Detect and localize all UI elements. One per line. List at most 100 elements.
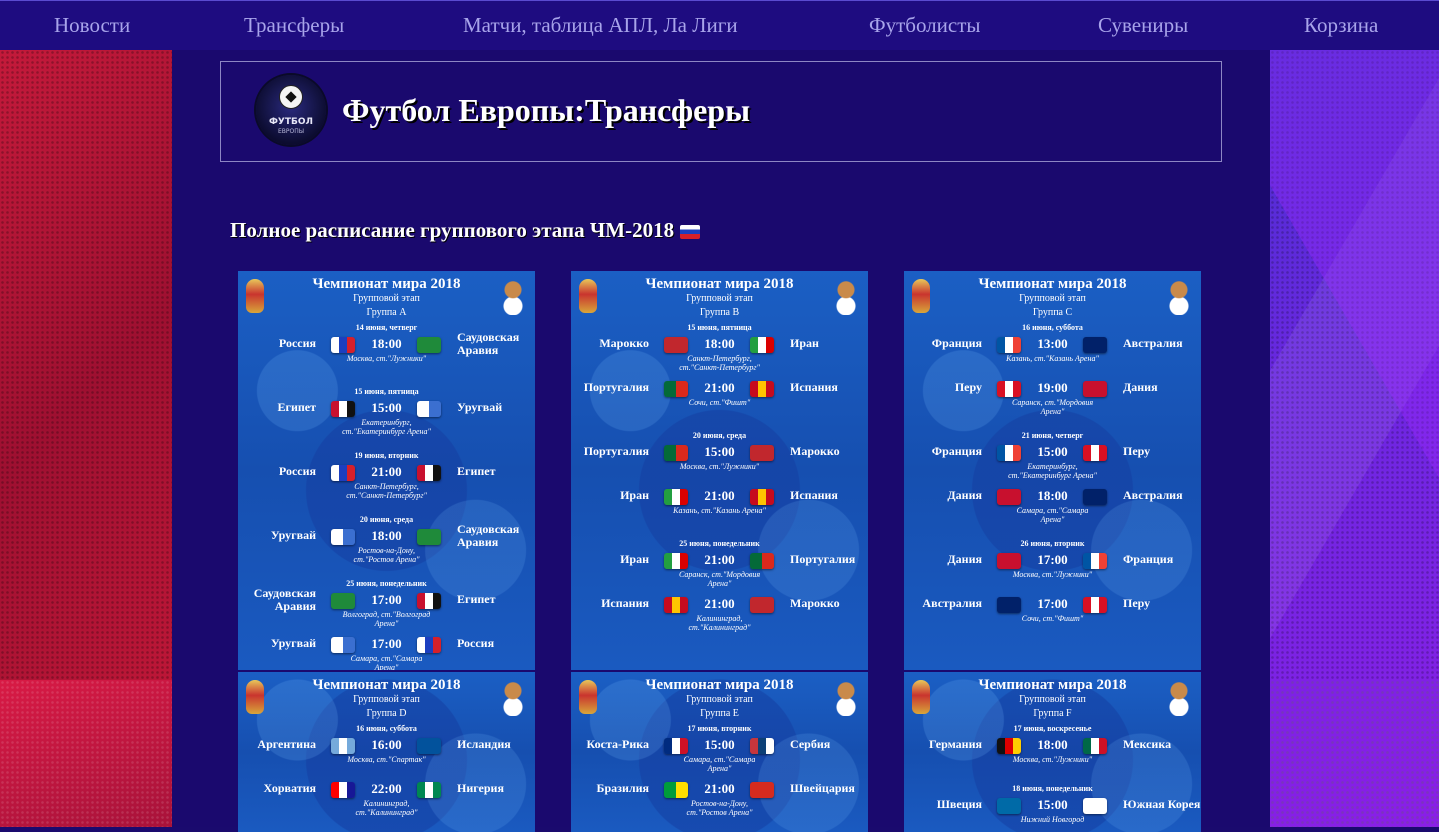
card-group: Группа C: [1032, 307, 1073, 318]
match-venue: Сочи, ст."Фишт": [1021, 614, 1084, 623]
group-card[interactable]: Чемпионат мира 2018 Групповой этап Группа …: [904, 672, 1201, 832]
card-title: Чемпионат мира 2018: [645, 677, 794, 693]
group-card[interactable]: Чемпионат мира 2018 Групповой этап Группа …: [238, 672, 535, 832]
match-venue: Ростов-на-Дону, ст."Ростов Арена": [686, 799, 753, 817]
away-flag-icon: [417, 738, 441, 754]
away-team: Исландия: [457, 737, 511, 751]
away-team: Южная Корея: [1123, 797, 1201, 811]
away-flag-icon: [750, 553, 774, 569]
match-venue: Екатеринбург, ст."Екатеринбург Арена": [1008, 462, 1097, 480]
card-stage: Групповой этап: [686, 694, 753, 705]
match-date: 16 июня, суббота: [1022, 323, 1083, 332]
match-venue: Санкт-Петербург, ст."Санкт-Петербург": [679, 354, 760, 372]
away-team: Австралия: [1123, 488, 1183, 502]
site-title: Футбол Европы:Трансферы: [342, 92, 751, 128]
match-venue: Самара, ст."Самара Арена": [683, 755, 756, 773]
away-team: Египет: [457, 592, 496, 606]
away-team: Франция: [1123, 552, 1174, 566]
match-venue: Сочи, ст."Фишт": [688, 398, 751, 407]
away-team: Марокко: [790, 596, 840, 610]
away-flag-icon: [1083, 445, 1107, 461]
match-venue: Москва, ст."Лужники": [679, 462, 760, 471]
away-flag-icon: [750, 445, 774, 461]
match-date: 18 июня, понедельник: [1012, 784, 1093, 793]
away-team: Дания: [1123, 380, 1158, 394]
away-team: Швейцария: [790, 781, 855, 795]
away-team: Египет: [457, 464, 496, 478]
match-date: 21 июня, четверг: [1021, 431, 1084, 440]
card-group: Группа B: [699, 307, 740, 318]
away-flag-icon: [750, 381, 774, 397]
match-date: 15 июня, пятница: [687, 323, 752, 332]
group-card[interactable]: Чемпионат мира 2018 Групповой этап Группа …: [238, 271, 535, 670]
away-flag-icon: [417, 637, 441, 653]
top-navigation: Новости Трансферы Матчи, таблица АПЛ, Ла…: [0, 0, 1439, 50]
nav-link-cart[interactable]: Корзина: [1304, 13, 1378, 38]
away-team: Нигерия: [457, 781, 504, 795]
nav-link-players[interactable]: Футболисты: [869, 13, 981, 38]
match-time: 18:00: [704, 336, 735, 351]
card-stage: Групповой этап: [686, 293, 753, 304]
card-title: Чемпионат мира 2018: [312, 677, 461, 693]
away-flag-icon: [750, 782, 774, 798]
away-team: Перу: [1123, 444, 1151, 458]
group-card[interactable]: Чемпионат мира 2018 Групповой этап Группа …: [571, 271, 868, 670]
away-team: Австралия: [1123, 336, 1183, 350]
card-group: Группа A: [366, 307, 407, 318]
right-background-lower: [1270, 680, 1439, 827]
nav-link-news[interactable]: Новости: [54, 13, 130, 38]
match-venue: Волгоград, ст."Волгоград Арена": [342, 610, 431, 628]
soccer-ball-icon: [279, 85, 303, 109]
group-card[interactable]: Чемпионат мира 2018 Групповой этап Группа …: [904, 271, 1201, 670]
match-venue: Саранск, ст."Мордовия Арена": [678, 570, 761, 588]
match-venue: Калининград, ст."Калининград": [688, 614, 751, 632]
away-flag-icon: [1083, 489, 1107, 505]
right-background: [1270, 50, 1439, 827]
nav-link-souvenirs[interactable]: Сувениры: [1098, 13, 1188, 38]
away-team: Перу: [1123, 596, 1151, 610]
match-venue: Калининград, ст."Калининград": [355, 799, 418, 817]
away-flag-icon: [417, 337, 441, 353]
away-flag-icon: [417, 401, 441, 417]
card-stage: Групповой этап: [353, 293, 420, 304]
away-flag-icon: [1083, 553, 1107, 569]
match-date: 20 июня, среда: [692, 431, 747, 440]
away-flag-icon: [1083, 738, 1107, 754]
card-group: Группа F: [1033, 708, 1072, 719]
logo-text-line1: ФУТБОЛ: [269, 117, 313, 127]
nav-link-transfers[interactable]: Трансферы: [244, 13, 344, 38]
match-date: 25 июня, понедельник: [679, 539, 760, 548]
match-venue: Самара, ст."Самара Арена": [1016, 506, 1089, 524]
away-flag-icon: [750, 489, 774, 505]
match-date: 17 июня, вторник: [687, 724, 752, 733]
away-team: Испания: [790, 488, 838, 502]
nav-link-matches-tables[interactable]: Матчи, таблица АПЛ, Ла Лиги: [463, 13, 738, 38]
page-heading: Полное расписание группового этапа ЧМ-20…: [230, 218, 701, 243]
match-venue: Самара, ст."Самара Арена": [350, 654, 423, 670]
away-team: Марокко: [790, 444, 840, 458]
left-background: [0, 50, 172, 827]
card-group: Группа D: [366, 708, 407, 719]
away-team: Сербия: [790, 737, 831, 751]
match-venue: Москва, ст."Лужники": [346, 354, 427, 363]
group-card[interactable]: Чемпионат мира 2018 Групповой этап Группа …: [571, 672, 868, 832]
away-flag-icon: [1083, 597, 1107, 613]
site-logo[interactable]: ФУТБОЛ ЕВРОПЫ: [256, 75, 326, 145]
away-flag-icon: [750, 597, 774, 613]
match-time: 17:00: [1037, 596, 1068, 611]
away-flag-icon: [750, 738, 774, 754]
match-venue: Москва, ст."Лужники": [1012, 570, 1093, 579]
card-stage: Групповой этап: [353, 694, 420, 705]
main-content: ФУТБОЛ ЕВРОПЫ Футбол Европы:Трансферы По…: [172, 50, 1270, 832]
match-venue: Санкт-Петербург, ст."Санкт-Петербург": [346, 482, 427, 500]
away-flag-icon: [1083, 337, 1107, 353]
away-team: Россия: [457, 636, 495, 650]
away-flag-icon: [417, 529, 441, 545]
away-team: Иран: [790, 336, 819, 350]
match-time: 15:00: [1037, 444, 1068, 459]
match-date: 15 июня, пятница: [354, 387, 419, 396]
away-flag-icon: [417, 465, 441, 481]
card-title: Чемпионат мира 2018: [978, 677, 1127, 693]
site-header: ФУТБОЛ ЕВРОПЫ Футбол Европы:Трансферы: [220, 61, 1222, 162]
card-title: Чемпионат мира 2018: [645, 276, 794, 292]
